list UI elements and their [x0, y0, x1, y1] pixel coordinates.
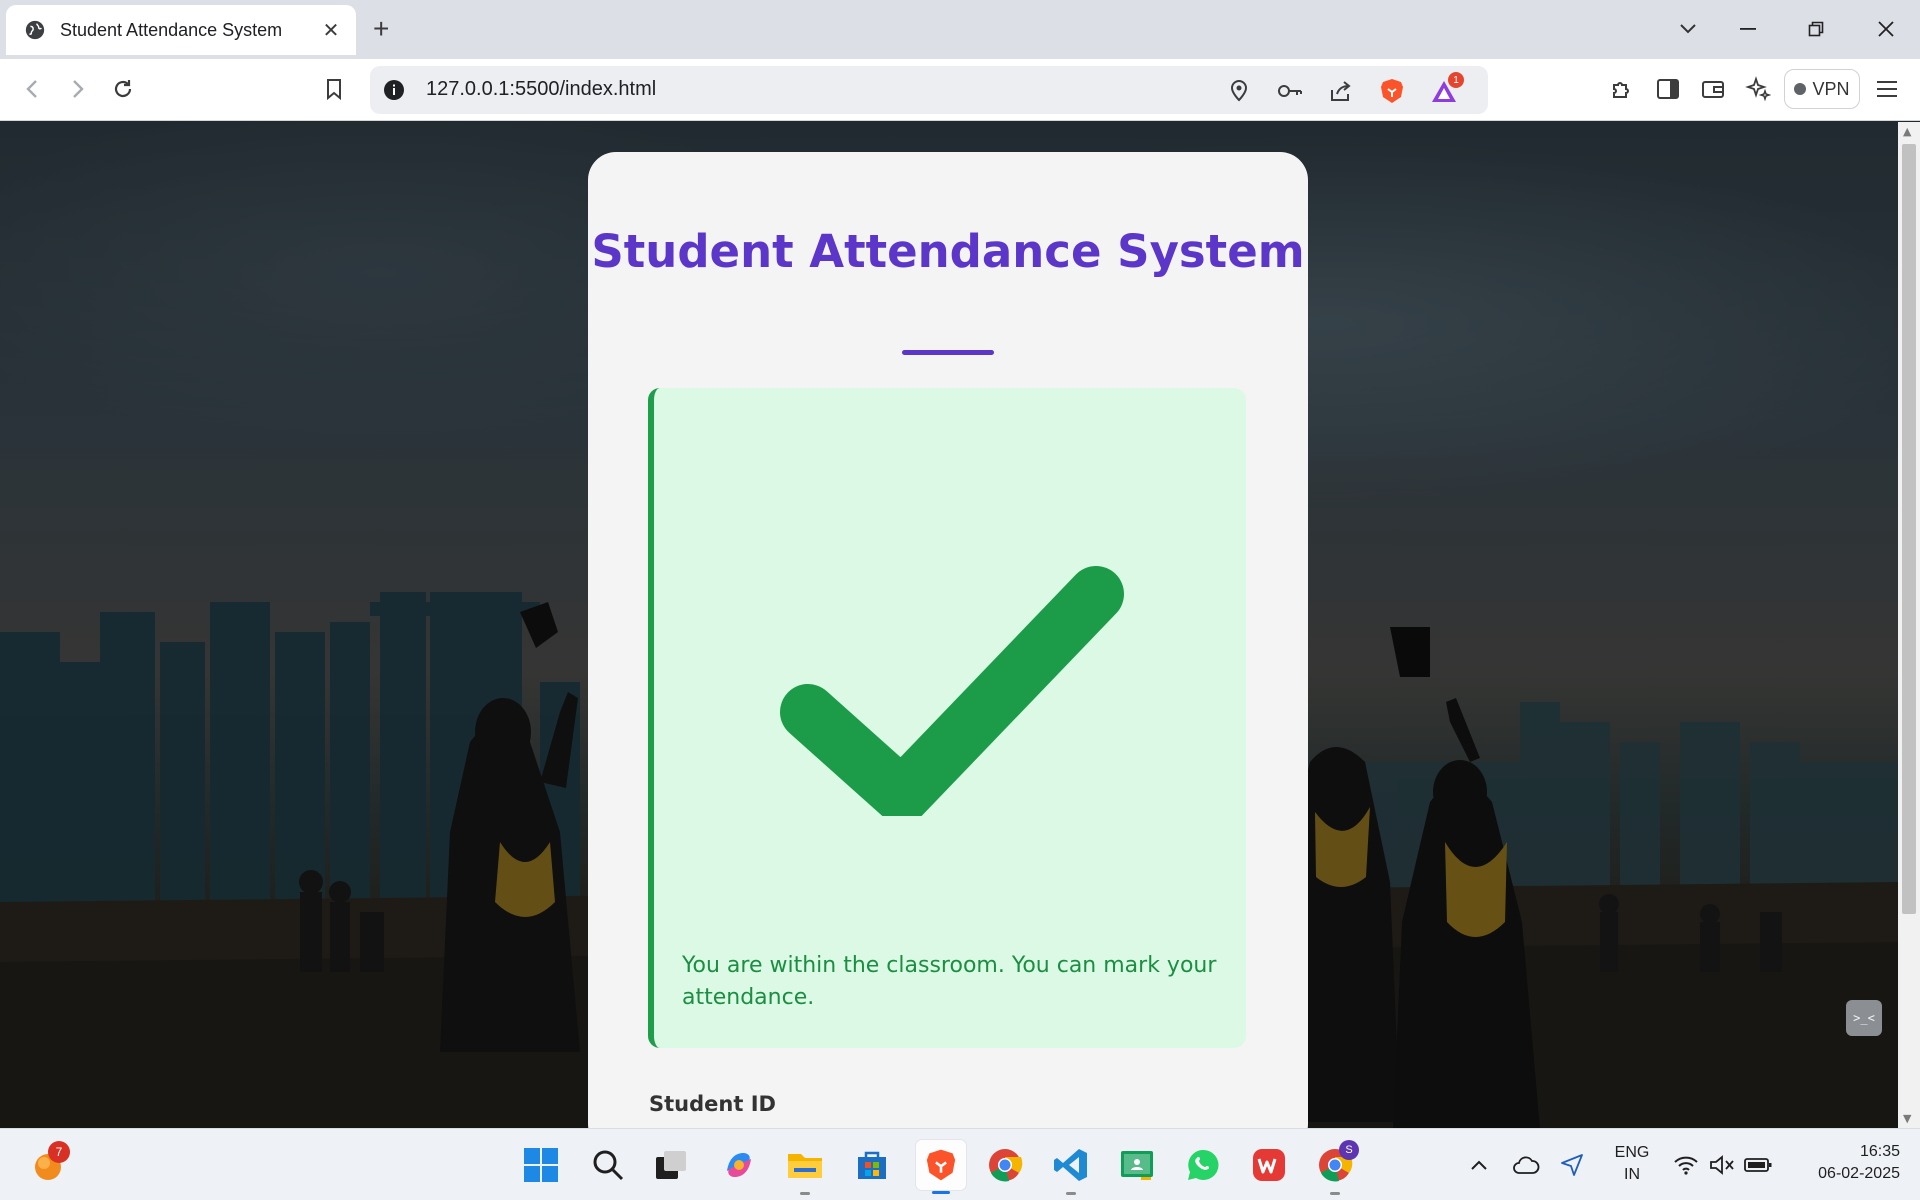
reload-icon[interactable]: [106, 72, 140, 106]
chrome-icon[interactable]: [983, 1143, 1027, 1187]
page-title: Student Attendance System: [591, 225, 1305, 278]
tab-strip: Student Attendance System ✕ +: [0, 0, 1920, 59]
running-indicator: [800, 1192, 810, 1195]
clock-date: 06-02-2025: [1818, 1165, 1900, 1182]
profile-badge: S: [1339, 1140, 1359, 1160]
tab-close-icon[interactable]: ✕: [320, 18, 342, 42]
restore-icon[interactable]: [1796, 12, 1836, 46]
copilot-icon[interactable]: [717, 1143, 761, 1187]
checkmark-icon: [780, 566, 1124, 816]
globe-icon: [25, 20, 45, 40]
location-arrow-icon[interactable]: [1550, 1143, 1594, 1187]
student-id-label: Student ID: [649, 1092, 776, 1116]
page-viewport: Student Attendance System You are within…: [0, 122, 1898, 1128]
google-classroom-icon[interactable]: [1115, 1143, 1159, 1187]
forward-icon[interactable]: [60, 72, 94, 106]
vpn-label: VPN: [1812, 78, 1850, 99]
rewards-badge: 1: [1448, 72, 1464, 88]
clock[interactable]: 16:35 06-02-2025: [1790, 1141, 1900, 1185]
whatsapp-icon[interactable]: [1181, 1143, 1225, 1187]
close-window-icon[interactable]: [1866, 12, 1906, 46]
back-icon[interactable]: [16, 72, 50, 106]
url-text[interactable]: 127.0.0.1:5500/index.html: [426, 78, 656, 101]
vpn-button[interactable]: VPN: [1784, 69, 1860, 109]
brave-rewards-icon[interactable]: 1: [1428, 72, 1464, 107]
task-view-icon[interactable]: [649, 1143, 693, 1187]
active-tab[interactable]: Student Attendance System ✕: [6, 5, 356, 55]
vpn-status-icon: [1794, 83, 1807, 95]
vertical-scrollbar[interactable]: ▲ ▼: [1898, 122, 1920, 1128]
clock-time: 16:35: [1859, 1143, 1900, 1160]
share-icon[interactable]: [1325, 75, 1357, 107]
windows-taskbar: 7 S ENG IN 16:35 06-02-2025: [0, 1128, 1920, 1200]
sidebar-icon[interactable]: [1651, 72, 1685, 106]
microsoft-store-icon[interactable]: [850, 1143, 894, 1187]
file-explorer-icon[interactable]: [783, 1143, 827, 1195]
tab-search-chevron-icon[interactable]: [1668, 12, 1708, 46]
scrollbar-thumb[interactable]: [1902, 144, 1916, 914]
chrome-profile-icon[interactable]: S: [1313, 1140, 1359, 1195]
location-status-alert: You are within the classroom. You can ma…: [648, 388, 1246, 1048]
active-indicator: [932, 1191, 950, 1194]
bookmark-icon[interactable]: [317, 72, 351, 106]
battery-icon[interactable]: [1738, 1143, 1778, 1187]
running-indicator: [1066, 1192, 1076, 1195]
wifi-icon[interactable]: [1666, 1143, 1706, 1187]
language-indicator[interactable]: ENG IN: [1604, 1142, 1660, 1186]
new-tab-button[interactable]: +: [373, 14, 389, 44]
status-message: You are within the classroom. You can ma…: [682, 953, 1217, 1010]
extensions-puzzle-icon[interactable]: [1605, 72, 1639, 106]
tab-title: Student Attendance System: [60, 19, 283, 40]
browser-toolbar: 127.0.0.1:5500/index.html 1 VPN: [0, 59, 1920, 121]
minimize-icon[interactable]: [1728, 12, 1768, 46]
wallet-icon[interactable]: [1696, 72, 1730, 106]
leo-ai-icon[interactable]: [1741, 72, 1775, 106]
brave-browser-taskbar-icon[interactable]: [916, 1140, 966, 1194]
title-underline: [902, 350, 994, 355]
menu-hamburger-icon[interactable]: [1870, 72, 1904, 106]
running-indicator: [1330, 1192, 1340, 1195]
floating-widget-button[interactable]: >_<: [1846, 1000, 1882, 1036]
attendance-card: Student Attendance System You are within…: [588, 152, 1308, 1128]
password-key-icon[interactable]: [1274, 75, 1306, 107]
wps-office-icon[interactable]: [1247, 1143, 1291, 1187]
region-code: IN: [1624, 1166, 1640, 1183]
brave-shields-icon[interactable]: [1376, 75, 1408, 107]
scroll-up-icon[interactable]: ▲: [1903, 125, 1911, 138]
notification-badge: 7: [48, 1141, 70, 1163]
onedrive-cloud-icon[interactable]: [1504, 1143, 1548, 1187]
address-bar[interactable]: 127.0.0.1:5500/index.html 1: [370, 66, 1488, 114]
site-info-icon[interactable]: [382, 78, 406, 102]
windows-start-icon[interactable]: [519, 1143, 563, 1187]
widgets-weather-icon[interactable]: 7: [26, 1141, 70, 1187]
search-icon[interactable]: [586, 1143, 630, 1187]
location-pin-icon[interactable]: [1223, 75, 1255, 107]
language-code: ENG: [1614, 1144, 1650, 1161]
volume-muted-icon[interactable]: [1702, 1143, 1742, 1187]
show-hidden-icons-chevron-icon[interactable]: [1457, 1143, 1501, 1187]
vscode-icon[interactable]: [1049, 1143, 1093, 1195]
scroll-down-icon[interactable]: ▼: [1903, 1112, 1911, 1125]
